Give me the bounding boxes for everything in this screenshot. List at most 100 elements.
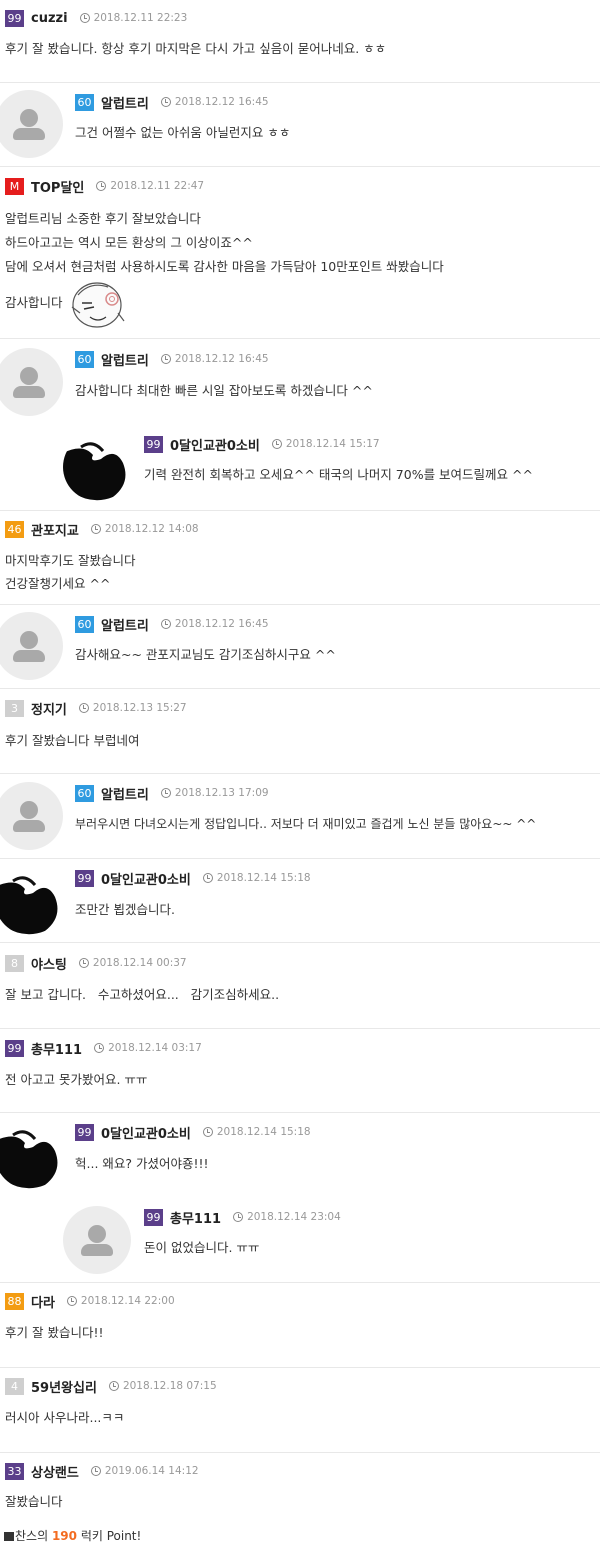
comment-text: 감사해요~~ 관포지교님도 감기조심하시구요 ^^ (75, 647, 336, 662)
clock-icon (90, 524, 101, 534)
comment-header: 46 관포지교 2018.12.12 14:08 (5, 520, 199, 539)
comment-header: 33 상상랜드 2019.06.14 14:12 (5, 1462, 199, 1481)
lucky-point-notice: 찬스의 190 럭키 Point! (4, 1527, 141, 1544)
author-name[interactable]: 상상랜드 (31, 1462, 79, 1481)
emoticon-sticker (71, 282, 125, 328)
author-name[interactable]: 총무111 (170, 1208, 221, 1227)
author-name[interactable]: 알럽트리 (101, 784, 149, 803)
level-badge: 99 (144, 1208, 163, 1226)
comment-row: 99 총무111 2018.12.14 03:17 전 아고고 못가봤어요. ㅠ… (0, 1029, 600, 1113)
clock-icon (94, 1043, 105, 1053)
comment-date: 2018.12.14 00:37 (92, 957, 187, 969)
author-name[interactable]: 0달인교관0소비 (101, 1123, 191, 1142)
level-badge: 8 (5, 954, 24, 972)
comment-date: 2018.12.14 03:17 (108, 1042, 202, 1054)
comment-header: 3 정지기 2018.12.13 15:27 (5, 699, 187, 718)
comment-header: 88 다라 2018.12.14 22:00 (5, 1292, 175, 1311)
author-name[interactable]: 알럽트리 (101, 615, 149, 634)
avatar (0, 782, 63, 850)
comment-text: 그건 어쩔수 없는 아쉬움 아닐런지요 ㅎㅎ (75, 125, 291, 140)
comment-row: 8 야스팅 2018.12.14 00:37 잘 보고 갑니다. 수고하셨어요.… (0, 943, 600, 1029)
comment-text: 러시아 사우나라...ㅋㅋ (5, 1410, 125, 1425)
author-name[interactable]: 총무111 (31, 1039, 82, 1058)
reply-row: 60 알럽트리 2018.12.12 16:45 그건 어쩔수 없는 아쉬움 아… (0, 83, 600, 167)
clock-icon (160, 354, 171, 364)
author-name[interactable]: 알럽트리 (101, 350, 149, 369)
clock-icon (160, 97, 171, 107)
clock-icon (90, 1466, 101, 1476)
level-badge: M (5, 177, 24, 195)
comment-row: M TOP달인 2018.12.11 22:47 알럽트리님 소중한 후기 잘보… (0, 167, 600, 339)
author-name[interactable]: 정지기 (31, 699, 67, 718)
avatar (0, 1121, 63, 1189)
clock-icon (160, 619, 171, 629)
author-name[interactable]: 0달인교관0소비 (101, 869, 191, 888)
level-badge: 60 (75, 93, 94, 111)
clock-icon (202, 1127, 213, 1137)
level-badge: 88 (5, 1292, 24, 1310)
comment-date: 2018.12.14 22:00 (80, 1295, 175, 1307)
comment-text: 후기 잘봤습니다 부럽네여 (5, 733, 140, 748)
clock-icon (66, 1296, 77, 1306)
clock-icon (202, 873, 213, 883)
level-badge: 60 (75, 784, 94, 802)
author-name[interactable]: 59년왕십리 (31, 1377, 97, 1396)
comment-date: 2018.12.11 22:47 (110, 180, 205, 192)
comment-text: 담에 오셔서 현금처럼 사용하시도록 감사한 마음을 가득담아 10만포인트 쏴… (5, 259, 444, 274)
user-icon (20, 367, 38, 385)
comment-text: 기력 완전히 회복하고 오세요^^ 태국의 나머지 70%를 보여드릴께요 ^^ (144, 467, 533, 482)
clock-icon (271, 439, 282, 449)
comment-date: 2018.12.11 22:23 (93, 12, 188, 24)
author-name[interactable]: TOP달인 (31, 177, 84, 196)
comment-text: 조만간 뵙겠습니다. (75, 902, 175, 917)
level-badge: 99 (144, 435, 163, 453)
author-name[interactable]: 야스팅 (31, 954, 67, 973)
clock-icon (233, 1212, 244, 1222)
comment-header: 4 59년왕십리 2018.12.18 07:15 (5, 1377, 217, 1396)
comment-text: 잘봤습니다 (5, 1494, 63, 1509)
comment-header: 99 0달인교관0소비 2018.12.14 15:18 (75, 1123, 311, 1142)
comment-date: 2018.12.12 16:45 (174, 96, 269, 108)
author-name[interactable]: 관포지교 (31, 520, 79, 539)
avatar (63, 1206, 131, 1274)
comment-date: 2018.12.13 15:27 (92, 702, 187, 714)
comment-date: 2018.12.12 16:45 (174, 618, 269, 630)
comment-header: 60 알럽트리 2018.12.12 16:45 (75, 350, 269, 369)
reply-row: 60 알럽트리 2018.12.12 16:45 감사합니다 최대한 빠른 시일… (0, 339, 600, 511)
profile-image (0, 876, 58, 935)
avatar (0, 348, 63, 416)
comment-header: 60 알럽트리 2018.12.12 16:45 (75, 615, 269, 634)
comment-text: 돈이 없었습니다. ㅠㅠ (144, 1240, 260, 1255)
user-icon (20, 631, 38, 649)
comment-text: 알럽트리님 소중한 후기 잘보았습니다 (5, 211, 201, 226)
level-badge: 4 (5, 1377, 24, 1395)
comment-date: 2018.12.14 15:18 (216, 872, 311, 884)
avatar (0, 612, 63, 680)
comment-date: 2018.12.13 17:09 (174, 787, 269, 799)
level-badge: 99 (75, 1123, 94, 1141)
comment-header: M TOP달인 2018.12.11 22:47 (5, 177, 205, 196)
author-name[interactable]: 알럽트리 (101, 93, 149, 112)
comment-date: 2018.12.14 23:04 (247, 1211, 341, 1223)
clock-icon (79, 13, 90, 23)
author-name[interactable]: 다라 (31, 1292, 55, 1311)
comment-header: 60 알럽트리 2018.12.12 16:45 (75, 93, 269, 112)
level-badge: 99 (75, 869, 94, 887)
author-name[interactable]: 0달인교관0소비 (170, 435, 260, 454)
user-icon (88, 1225, 106, 1243)
comment-header: 99 총무111 2018.12.14 23:04 (144, 1208, 341, 1227)
comment-row: 88 다라 2018.12.14 22:00 후기 잘 봤습니다!! (0, 1283, 600, 1368)
comment-text: 전 아고고 못가봤어요. ㅠㅠ (5, 1072, 148, 1087)
comment-date: 2018.12.18 07:15 (122, 1380, 217, 1392)
comment-date: 2018.12.14 15:17 (285, 438, 380, 450)
comment-row: 4 59년왕십리 2018.12.18 07:15 러시아 사우나라...ㅋㅋ (0, 1368, 600, 1453)
profile-image (63, 442, 126, 501)
clock-icon (160, 788, 171, 798)
comment-text: 마지막후기도 잘봤습니다 (5, 553, 136, 568)
comment-text: 부러우시면 다녀오시는게 정답입니다.. 저보다 더 재미있고 즐겁게 노신 분… (75, 817, 537, 831)
comment-text: 감사합니다 (5, 295, 63, 310)
gift-icon (4, 1532, 14, 1541)
author-name[interactable]: cuzzi (31, 11, 68, 26)
clock-icon (108, 1381, 119, 1391)
comment-row: 3 정지기 2018.12.13 15:27 후기 잘봤습니다 부럽네여 (0, 689, 600, 774)
